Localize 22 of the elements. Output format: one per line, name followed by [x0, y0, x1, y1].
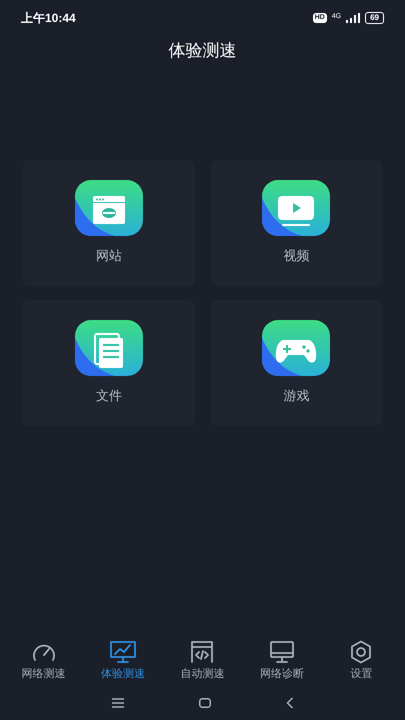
nav-tab[interactable]: 自动测速 [166, 640, 238, 682]
monitor-chart-icon [109, 640, 138, 664]
menu-icon[interactable] [112, 698, 124, 708]
battery-level: 69 [365, 12, 384, 24]
page-title: 体验测速 [168, 40, 236, 62]
category-card[interactable]: 网站 [23, 160, 194, 286]
home-icon[interactable] [198, 698, 210, 708]
category-card[interactable]: 文件 [23, 300, 194, 426]
status-time: 上午10:44 [21, 10, 76, 27]
browser-window-icon [74, 180, 143, 236]
nav-tab[interactable]: 网络测速 [8, 640, 80, 682]
nav-tab[interactable]: 网络诊断 [246, 640, 318, 682]
video-player-icon [262, 180, 330, 236]
signal-icon [346, 13, 360, 23]
category-card[interactable]: 视频 [210, 160, 382, 286]
nav-tab[interactable]: 设置 [325, 640, 398, 682]
document-icon [74, 320, 143, 376]
gamepad-icon [262, 320, 330, 376]
category-card[interactable]: 游戏 [210, 300, 382, 426]
monitor-icon [268, 640, 296, 664]
nav-tab[interactable]: 体验测速 [87, 640, 160, 682]
back-icon[interactable] [286, 697, 294, 709]
